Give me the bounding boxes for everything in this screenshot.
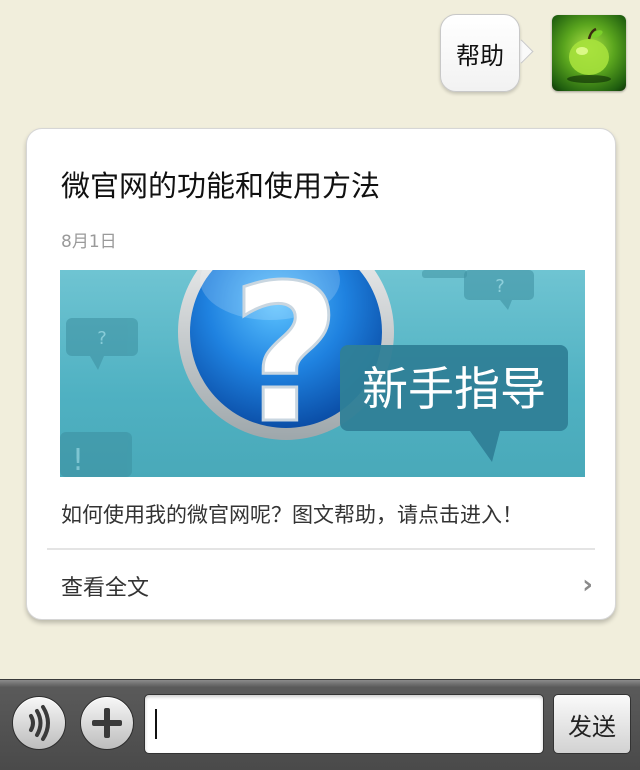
voice-input-button[interactable] [12,696,66,750]
article-card[interactable]: 微官网的功能和使用方法 8月1日 ? ! ? ? 新手指导 如何使用我的微官网呢… [26,128,616,620]
user-avatar[interactable] [552,15,626,91]
read-more-row[interactable]: 查看全文 › [27,550,615,619]
plus-icon [92,708,122,738]
voice-wave-icon [29,705,50,741]
svg-text:?: ? [231,270,341,465]
article-cover-image[interactable]: ? ! ? ? 新手指导 [60,270,585,477]
cover-caption-text: 新手指导 [362,362,546,416]
article-date: 8月1日 [61,232,117,252]
read-more-label: 查看全文 [61,576,150,601]
cover-caption-bubble: 新手指导 [340,345,568,462]
text-caret [155,709,157,739]
svg-text:?: ? [495,276,505,297]
speech-bubble-icon: ? [464,270,534,310]
article-title: 微官网的功能和使用方法 [61,169,381,203]
svg-text:!: ! [72,443,84,477]
svg-text:?: ? [97,328,107,349]
speech-bubble-icon: ! [60,432,132,477]
more-options-button[interactable] [80,696,134,750]
green-apple-icon [567,27,611,83]
chat-input-bar: 发送 [0,679,640,770]
send-button[interactable]: 发送 [553,694,631,754]
article-description: 如何使用我的微官网呢？图文帮助，请点击进入！ [61,503,523,527]
outgoing-message-text: 帮助 [456,41,504,70]
outgoing-message-row: 帮助 [376,14,626,94]
message-input[interactable] [144,694,544,754]
chevron-right-icon: › [582,570,593,600]
send-button-label: 发送 [568,712,616,741]
speech-bubble-icon: ? [66,318,138,370]
outgoing-message-bubble[interactable]: 帮助 [440,14,520,92]
